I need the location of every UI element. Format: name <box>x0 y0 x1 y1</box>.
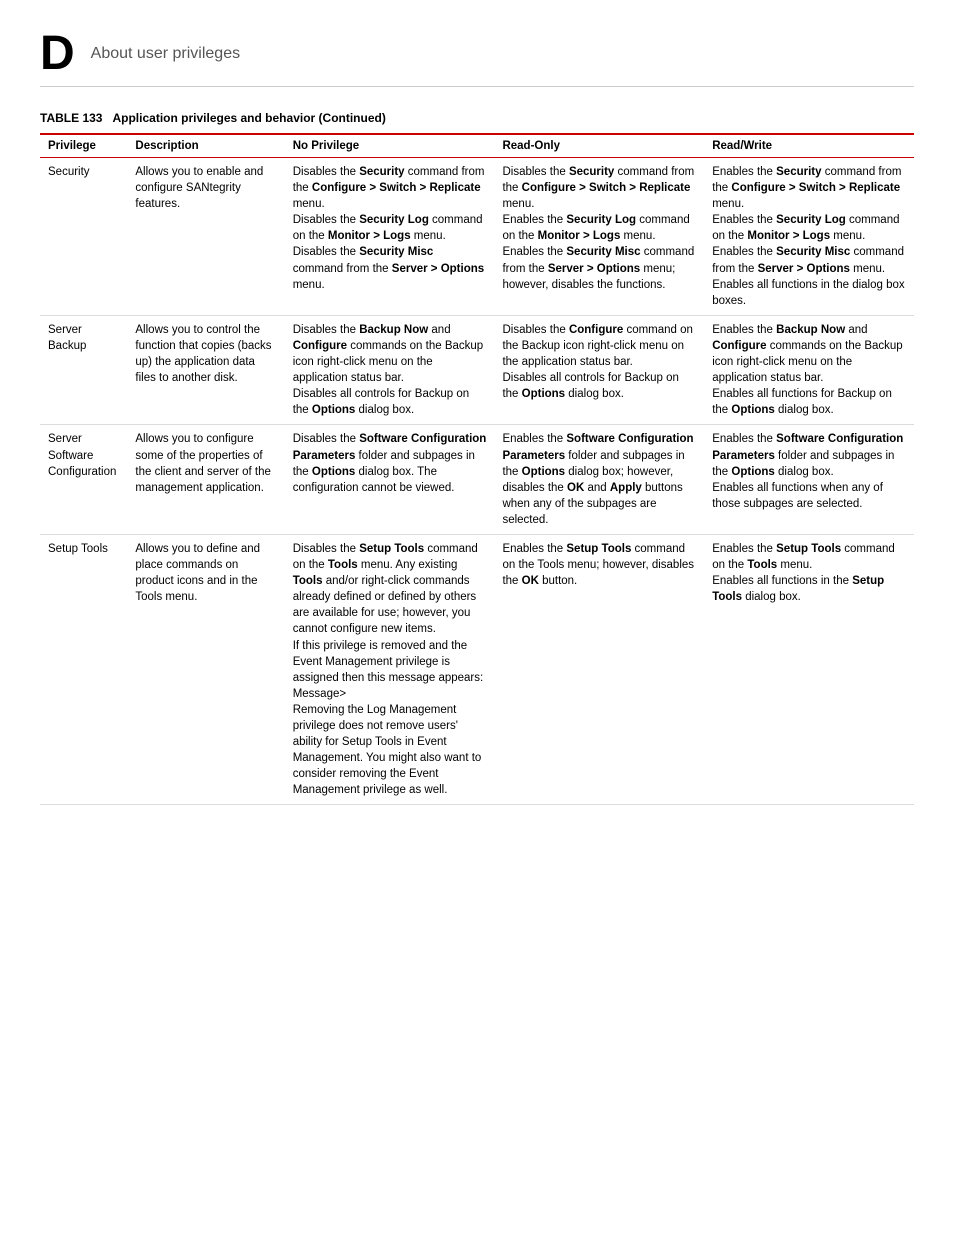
cell-no-privilege: Disables the Security command from the C… <box>285 158 495 316</box>
cell-read-only: Disables the Security command from the C… <box>494 158 704 316</box>
page-header: D About user privileges <box>40 30 914 87</box>
chapter-title: About user privileges <box>91 45 240 63</box>
col-header-readonly: Read-Only <box>494 134 704 158</box>
cell-read-only: Enables the Software Configuration Param… <box>494 425 704 535</box>
cell-read-write: Enables the Security command from the Co… <box>704 158 914 316</box>
cell-read-only: Enables the Setup Tools command on the T… <box>494 534 704 805</box>
cell-privilege: Security <box>40 158 127 316</box>
table-header-row: Privilege Description No Privilege Read-… <box>40 134 914 158</box>
cell-description: Allows you to define and place commands … <box>127 534 284 805</box>
table-row: Server BackupAllows you to control the f… <box>40 315 914 425</box>
cell-privilege: Setup Tools <box>40 534 127 805</box>
col-header-noprivilege: No Privilege <box>285 134 495 158</box>
cell-privilege: Server Software Configuration <box>40 425 127 535</box>
table-id: TABLE 133 <box>40 111 102 125</box>
cell-read-write: Enables the Backup Now and Configure com… <box>704 315 914 425</box>
cell-description: Allows you to configure some of the prop… <box>127 425 284 535</box>
cell-description: Allows you to enable and configure SANte… <box>127 158 284 316</box>
privileges-table: Privilege Description No Privilege Read-… <box>40 133 914 805</box>
col-header-privilege: Privilege <box>40 134 127 158</box>
cell-read-write: Enables the Software Configuration Param… <box>704 425 914 535</box>
col-header-readwrite: Read/Write <box>704 134 914 158</box>
cell-no-privilege: Disables the Backup Now and Configure co… <box>285 315 495 425</box>
table-caption: TABLE 133 Application privileges and beh… <box>40 111 914 125</box>
cell-read-write: Enables the Setup Tools command on the T… <box>704 534 914 805</box>
table-row: SecurityAllows you to enable and configu… <box>40 158 914 316</box>
table-row: Server Software ConfigurationAllows you … <box>40 425 914 535</box>
chapter-letter: D <box>40 30 75 78</box>
cell-privilege: Server Backup <box>40 315 127 425</box>
cell-no-privilege: Disables the Setup Tools command on the … <box>285 534 495 805</box>
cell-description: Allows you to control the function that … <box>127 315 284 425</box>
table-caption-text: Application privileges and behavior (Con… <box>106 111 386 125</box>
col-header-description: Description <box>127 134 284 158</box>
table-row: Setup ToolsAllows you to define and plac… <box>40 534 914 805</box>
cell-read-only: Disables the Configure command on the Ba… <box>494 315 704 425</box>
cell-no-privilege: Disables the Software Configuration Para… <box>285 425 495 535</box>
